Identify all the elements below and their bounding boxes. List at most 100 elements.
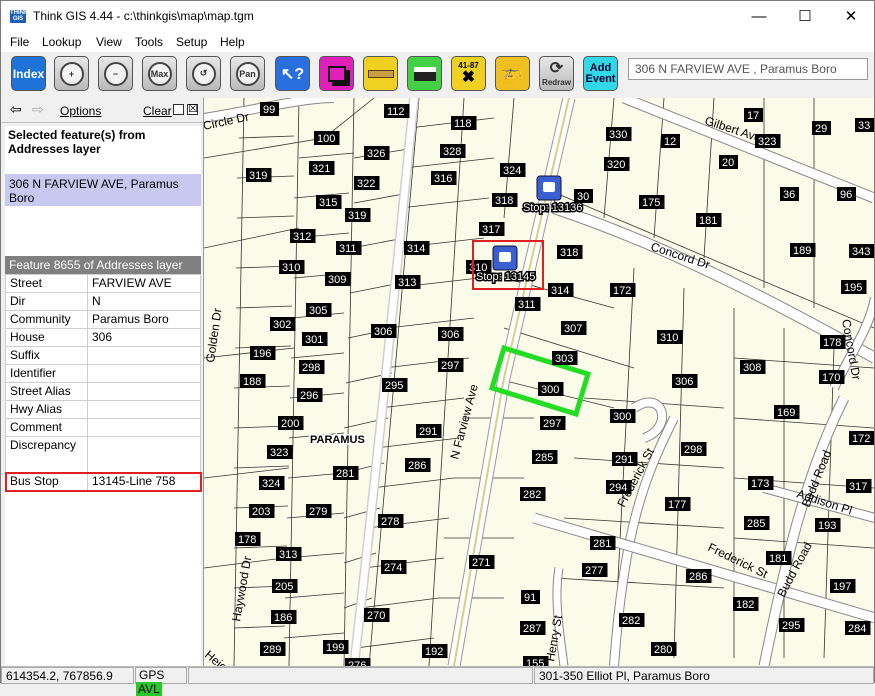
index-button[interactable]: Index — [11, 56, 46, 91]
redraw-button[interactable]: ⟳ Redraw — [539, 56, 574, 91]
house-number-text: 314 — [551, 285, 569, 297]
table-row: Hwy Alias — [5, 400, 201, 419]
zoom-out-icon: − — [103, 61, 128, 86]
menu-lookup[interactable]: Lookup — [42, 35, 81, 49]
attr-key: Dir — [5, 292, 88, 311]
table-row: Suffix — [5, 346, 201, 365]
back-arrow-icon[interactable]: ⇦ — [10, 101, 22, 118]
menu-file[interactable]: File — [10, 35, 29, 49]
house-number-text: 285 — [535, 452, 553, 464]
house-number-text: 303 — [555, 353, 573, 365]
gps-label: GPS — [139, 668, 165, 682]
house-number-label: 319 — [345, 208, 371, 222]
house-number-label: 182 — [733, 597, 759, 611]
house-number-label: 285 — [744, 516, 770, 530]
house-number-label: 100 — [314, 131, 340, 145]
house-number-text: 318 — [560, 247, 578, 259]
map-canvas[interactable]: Circle Dr Gilbert Ave Concord Dr Concord Dr… — [203, 98, 874, 666]
map-svg[interactable]: Circle Dr Gilbert AveConcord DrConcord Dr… — [204, 98, 874, 666]
redraw-icon: ⟳ — [549, 59, 564, 77]
zoom-max-button[interactable]: Max — [142, 56, 177, 91]
house-number-text: 306 — [374, 326, 392, 338]
house-number-text: 274 — [384, 562, 402, 574]
house-number-text: 297 — [441, 360, 459, 372]
identify-button[interactable]: ↖? — [275, 56, 310, 91]
house-number-text: 20 — [722, 157, 734, 169]
options-link[interactable]: Options — [60, 104, 101, 118]
panel-close-icon[interactable]: ☒ — [187, 104, 198, 115]
gps-button[interactable]: 41-87 ✖ — [451, 56, 486, 91]
maximize-button[interactable]: ☐ — [782, 1, 828, 32]
house-number-label: 313 — [395, 275, 421, 289]
house-number-text: 319 — [348, 210, 366, 222]
house-number-text: 112 — [387, 106, 405, 118]
house-number-text: 321 — [312, 163, 330, 175]
house-number-text: 271 — [472, 557, 490, 569]
forward-arrow-icon[interactable]: ⇨ — [32, 101, 44, 118]
measure-button[interactable] — [363, 56, 398, 91]
house-number-text: 178 — [823, 337, 841, 349]
house-number-label: 20 — [719, 155, 738, 169]
house-number-text: 173 — [751, 478, 769, 490]
house-number-text: 317 — [482, 224, 500, 236]
close-button[interactable]: ✕ — [828, 1, 874, 32]
house-number-text: 177 — [668, 499, 686, 511]
house-number-label: 175 — [639, 195, 665, 209]
house-number-label: 172 — [610, 283, 636, 297]
print-button[interactable] — [407, 56, 442, 91]
house-number-label: 285 — [532, 450, 558, 464]
house-number-label: 291 — [416, 424, 442, 438]
house-number-text: 196 — [253, 348, 271, 360]
add-event-button[interactable]: Add Event — [583, 56, 618, 91]
house-number-label: 303 — [552, 351, 578, 365]
house-number-text: 324 — [503, 165, 521, 177]
attr-key: Bus Stop — [5, 472, 88, 491]
menu-bar: File Lookup View Tools Setup Help — [1, 32, 874, 52]
table-row: House 306 — [5, 328, 201, 347]
house-number-label: 323 — [755, 134, 781, 148]
address-search-input[interactable]: 306 N FARVIEW AVE , Paramus Boro — [628, 58, 868, 80]
pan-button[interactable]: Pan — [230, 56, 265, 91]
house-number-text: 312 — [293, 231, 311, 243]
street-label: Concord Dr — [649, 240, 712, 272]
house-number-text: 323 — [270, 447, 288, 459]
house-number-label: 318 — [492, 193, 518, 207]
menu-view[interactable]: View — [96, 35, 122, 49]
house-number-label: 203 — [249, 504, 275, 518]
house-number-label: 170 — [819, 370, 845, 384]
minimize-button[interactable]: — — [736, 1, 782, 32]
menu-tools[interactable]: Tools — [135, 35, 163, 49]
house-number-label: 197 — [830, 579, 856, 593]
house-number-text: 284 — [848, 623, 866, 635]
house-number-text: 170 — [822, 372, 840, 384]
house-number-label: 316 — [431, 171, 457, 185]
house-number-label: 315 — [316, 195, 342, 209]
zoom-in-button[interactable]: + — [54, 56, 89, 91]
attr-value — [87, 382, 201, 401]
house-number-text: 189 — [793, 245, 811, 257]
house-number-text: 195 — [844, 282, 862, 294]
house-number-text: 286 — [689, 571, 707, 583]
panel-toggle-checkbox[interactable] — [173, 104, 184, 115]
municipality-label: PARAMUS — [310, 434, 365, 446]
zoom-out-button[interactable]: − — [98, 56, 133, 91]
zoom-back-button[interactable]: ↺ — [186, 56, 221, 91]
attr-value: 13145-Line 758 — [87, 472, 201, 491]
house-number-label: 317 — [846, 479, 872, 493]
house-number-text: 320 — [607, 159, 625, 171]
house-number-label: 181 — [696, 213, 722, 227]
helicopter-button[interactable]: 🚁 — [495, 56, 530, 91]
location-readout: 301-350 Elliot Pl, Paramus Boro — [534, 667, 874, 684]
menu-help[interactable]: Help — [220, 35, 245, 49]
house-number-text: 296 — [300, 390, 318, 402]
house-number-label: 310 — [279, 260, 305, 274]
clear-link[interactable]: Clear — [143, 104, 172, 118]
layers-button[interactable] — [319, 56, 354, 91]
house-number-text: 311 — [518, 299, 536, 311]
selected-address-item[interactable]: 306 N FARVIEW AVE, Paramus Boro — [5, 174, 201, 206]
house-number-text: 281 — [593, 538, 611, 550]
bus-stop-13136[interactable]: Stop: 13136 — [522, 175, 584, 216]
house-number-label: 298 — [681, 442, 707, 456]
house-number-label: 324 — [259, 476, 285, 490]
menu-setup[interactable]: Setup — [176, 35, 207, 49]
